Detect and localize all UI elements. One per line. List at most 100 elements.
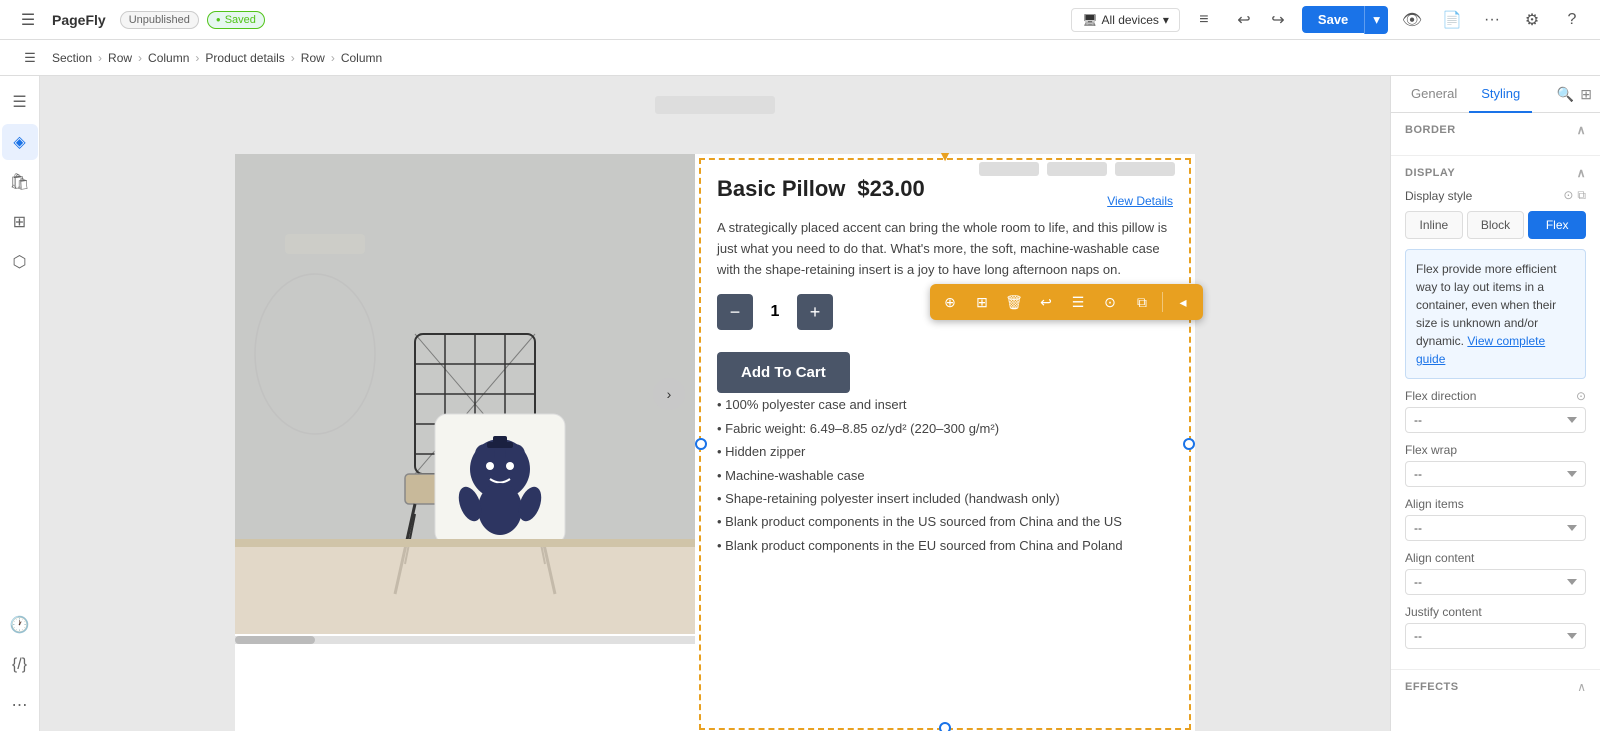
- sidebar-apps-icon[interactable]: ⬡: [2, 244, 38, 280]
- align-content-label: Align content: [1405, 551, 1474, 565]
- tab-general[interactable]: General: [1399, 76, 1469, 113]
- product-section: › ▼: [235, 154, 1195, 731]
- inline-button[interactable]: Inline: [1405, 211, 1463, 239]
- preview-button[interactable]: 👁: [1396, 4, 1428, 36]
- toolbar-navigator-btn[interactable]: ☰: [1064, 288, 1092, 316]
- sidebar-code-icon[interactable]: {/}: [2, 647, 38, 683]
- justify-content-field: Justify content --: [1405, 605, 1586, 649]
- sidebar-shop-icon[interactable]: 🛍: [2, 164, 38, 200]
- tab-styling[interactable]: Styling: [1469, 76, 1532, 113]
- border-section-header[interactable]: BORDER ∧: [1405, 123, 1586, 137]
- quantity-increase-button[interactable]: +: [797, 294, 833, 330]
- toolbar-delete-btn[interactable]: 🗑: [1000, 288, 1028, 316]
- quantity-decrease-button[interactable]: −: [717, 294, 753, 330]
- toolbar-undo-btn[interactable]: ↩: [1032, 288, 1060, 316]
- border-section: BORDER ∧: [1391, 113, 1600, 156]
- settings-button[interactable]: ⚙: [1516, 4, 1548, 36]
- feature-item-3: • Hidden zipper: [717, 440, 1173, 463]
- feature-item-4: • Machine-washable case: [717, 464, 1173, 487]
- flex-direction-icon[interactable]: ⊙: [1576, 389, 1586, 403]
- sidebar-history-icon[interactable]: 🕐: [2, 607, 38, 643]
- product-image-column: ›: [235, 154, 695, 731]
- breadcrumb-row-1[interactable]: Row: [108, 51, 132, 65]
- product-features: • 100% polyester case and insert • Fabri…: [717, 393, 1173, 557]
- paste-style-icon[interactable]: ⧉: [1577, 188, 1586, 203]
- border-toggle-icon: ∧: [1577, 123, 1586, 137]
- feature-item-5: • Shape-retaining polyester insert inclu…: [717, 487, 1173, 510]
- product-description: A strategically placed accent can bring …: [717, 218, 1173, 280]
- devices-selector[interactable]: 🖥 All devices ▾: [1071, 8, 1180, 32]
- display-style-buttons: Inline Block Flex: [1405, 211, 1586, 239]
- display-style-label: Display style: [1405, 189, 1472, 203]
- align-content-field: Align content --: [1405, 551, 1586, 595]
- feature-item-6: • Blank product components in the US sou…: [717, 510, 1173, 533]
- breadcrumb-column-1[interactable]: Column: [148, 51, 189, 65]
- help-button[interactable]: ?: [1556, 4, 1588, 36]
- chevron-down-icon: ▾: [1163, 13, 1169, 27]
- menu-toggle-button[interactable]: ☰: [12, 4, 44, 36]
- effects-toggle-icon[interactable]: ∧: [1577, 680, 1586, 694]
- align-items-label: Align items: [1405, 497, 1464, 511]
- align-items-field: Align items --: [1405, 497, 1586, 541]
- sidebar-elements-icon[interactable]: ◈: [2, 124, 38, 160]
- breadcrumb-section[interactable]: Section: [52, 51, 92, 65]
- align-content-label-row: Align content: [1405, 551, 1586, 565]
- collapse-btn[interactable]: ▼: [938, 148, 952, 164]
- unpublished-badge: Unpublished: [120, 11, 199, 29]
- more-options-button[interactable]: ···: [1476, 4, 1508, 36]
- resize-handle-right[interactable]: [1183, 438, 1195, 450]
- quantity-value: 1: [763, 303, 787, 321]
- copy-style-icon[interactable]: ⊙: [1563, 188, 1573, 203]
- product-image: ›: [235, 154, 695, 634]
- block-button[interactable]: Block: [1467, 211, 1525, 239]
- toolbar-copy-btn[interactable]: ⊙: [1096, 288, 1124, 316]
- view-details-link[interactable]: View Details: [1107, 194, 1173, 208]
- breadcrumb-menu-icon[interactable]: ☰: [14, 42, 46, 74]
- filter-icon-button[interactable]: ≡: [1188, 4, 1220, 36]
- toolbar-collapse-btn[interactable]: ◂: [1169, 288, 1197, 316]
- topbar: ☰ PageFly Unpublished Saved 🖥 All device…: [0, 0, 1600, 40]
- carousel-next-btn[interactable]: ›: [653, 378, 685, 410]
- app-logo: PageFly: [52, 12, 106, 28]
- flex-wrap-field: Flex wrap --: [1405, 443, 1586, 487]
- feature-item-1: • 100% polyester case and insert: [717, 393, 1173, 416]
- saved-badge: Saved: [207, 11, 265, 29]
- layers-icon[interactable]: ⊞: [1580, 86, 1592, 103]
- flex-button[interactable]: Flex: [1528, 211, 1586, 239]
- publish-button[interactable]: 📄: [1436, 4, 1468, 36]
- canvas[interactable]: ⊕ ⊞ 🗑 ↩ ☰ ⊙ ⧉ ◂: [40, 76, 1390, 731]
- add-to-cart-button[interactable]: Add To Cart: [717, 352, 850, 393]
- display-section-header[interactable]: DISPLAY ∧: [1405, 166, 1586, 180]
- sidebar-more-icon[interactable]: ⋯: [2, 687, 38, 723]
- toolbar-paste-btn[interactable]: ⧉: [1128, 288, 1156, 316]
- product-details-column: ▼ Basic Pillow $23.00 View Details A str…: [699, 158, 1191, 730]
- breadcrumb-row-2[interactable]: Row: [301, 51, 325, 65]
- redo-button[interactable]: ↪: [1262, 4, 1294, 36]
- flex-direction-label: Flex direction: [1405, 389, 1476, 403]
- justify-content-label-row: Justify content: [1405, 605, 1586, 619]
- flex-direction-label-row: Flex direction ⊙: [1405, 389, 1586, 403]
- monitor-icon: 🖥: [1082, 13, 1097, 27]
- flex-wrap-select[interactable]: --: [1405, 461, 1586, 487]
- save-button[interactable]: Save: [1302, 6, 1364, 33]
- align-content-select[interactable]: --: [1405, 569, 1586, 595]
- breadcrumb-product-details[interactable]: Product details: [205, 51, 284, 65]
- save-dropdown-button[interactable]: ▾: [1364, 6, 1388, 34]
- resize-handle-left[interactable]: [695, 438, 707, 450]
- resize-handle-bottom[interactable]: [939, 722, 951, 731]
- sidebar-menu-icon[interactable]: ☰: [2, 84, 38, 120]
- undo-button[interactable]: ↩: [1228, 4, 1260, 36]
- flex-direction-select[interactable]: --: [1405, 407, 1586, 433]
- align-items-label-row: Align items: [1405, 497, 1586, 511]
- flex-info-box: Flex provide more efficient way to lay o…: [1405, 249, 1586, 379]
- justify-content-select[interactable]: --: [1405, 623, 1586, 649]
- feature-item-2: • Fabric weight: 6.49–8.85 oz/yd² (220–3…: [717, 417, 1173, 440]
- sidebar-layout-icon[interactable]: ⊞: [2, 204, 38, 240]
- breadcrumb-column-2[interactable]: Column: [341, 51, 382, 65]
- toolbar-move-btn[interactable]: ⊕: [936, 288, 964, 316]
- search-icon[interactable]: 🔍: [1557, 86, 1574, 103]
- right-panel: General Styling 🔍 ⊞ BORDER ∧ DISPLAY ∧: [1390, 76, 1600, 731]
- align-items-select[interactable]: --: [1405, 515, 1586, 541]
- right-panel-tabs: General Styling 🔍 ⊞: [1391, 76, 1600, 113]
- toolbar-duplicate-btn[interactable]: ⊞: [968, 288, 996, 316]
